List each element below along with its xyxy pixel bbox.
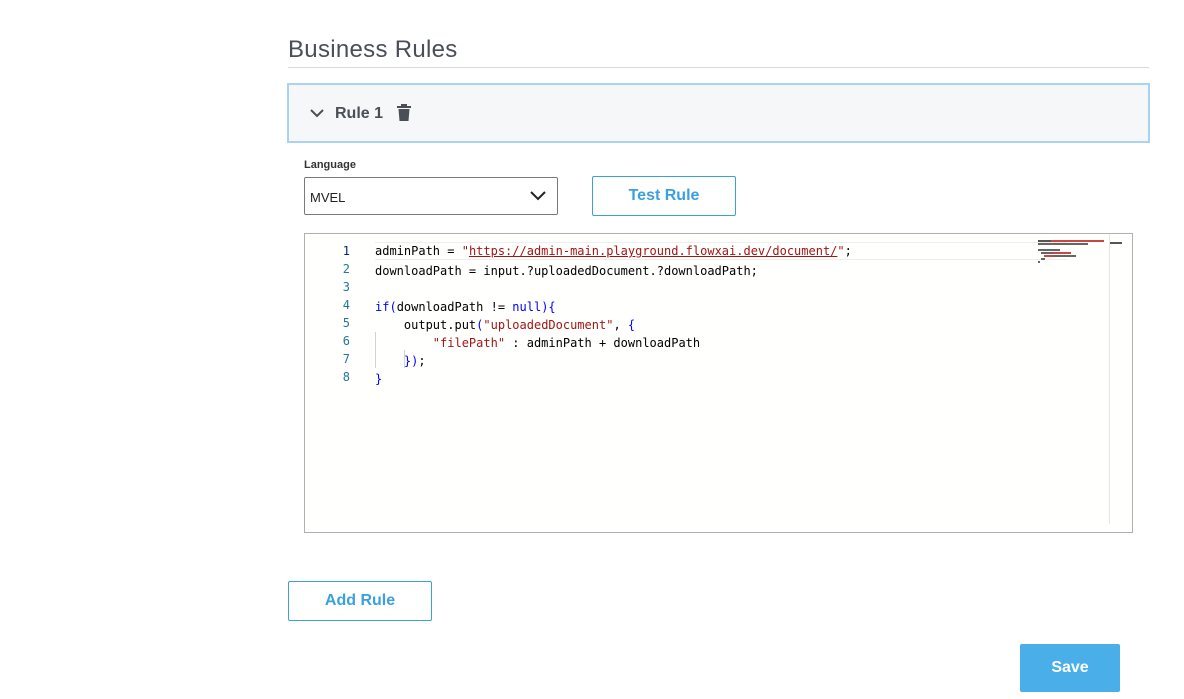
save-button[interactable]: Save bbox=[1020, 644, 1120, 692]
test-rule-button[interactable]: Test Rule bbox=[592, 176, 736, 216]
line-number: 2 bbox=[342, 262, 350, 276]
code-line[interactable]: if(downloadPath != null){ bbox=[375, 298, 1012, 316]
code-line[interactable]: output.put("uploadedDocument", { bbox=[375, 316, 1012, 334]
line-number: 8 bbox=[342, 370, 350, 384]
language-select[interactable]: MVEL bbox=[304, 177, 558, 215]
editor-scrollbar[interactable] bbox=[1109, 234, 1110, 524]
code-line[interactable]: downloadPath = input.?uploadedDocument.?… bbox=[375, 262, 1012, 280]
code-line[interactable] bbox=[375, 280, 1012, 298]
line-number: 4 bbox=[342, 298, 350, 312]
minimap[interactable] bbox=[1038, 240, 1108, 270]
line-number-gutter: 1 2 3 4 5 6 7 8 bbox=[305, 242, 350, 386]
line-number: 1 bbox=[342, 244, 350, 258]
add-rule-button[interactable]: Add Rule bbox=[288, 581, 432, 621]
language-label: Language bbox=[304, 159, 356, 171]
code-line[interactable]: }); bbox=[375, 352, 1012, 370]
rule-header[interactable]: Rule 1 bbox=[287, 83, 1150, 143]
section-divider bbox=[288, 67, 1149, 68]
rule-title: Rule 1 bbox=[335, 105, 384, 122]
chevron-down-icon bbox=[530, 191, 546, 201]
language-selected-value: MVEL bbox=[310, 190, 346, 205]
code-line[interactable]: } bbox=[375, 370, 1012, 388]
overview-ruler-marker bbox=[1110, 242, 1122, 244]
code-content[interactable]: adminPath = "https://admin-main.playgrou… bbox=[375, 242, 1067, 388]
section-title: Business Rules bbox=[288, 36, 458, 63]
line-number: 7 bbox=[342, 352, 350, 366]
code-editor[interactable]: 1 2 3 4 5 6 7 8 adminPath = "https://adm… bbox=[304, 233, 1133, 533]
code-line[interactable]: "filePath" : adminPath + downloadPath bbox=[375, 334, 1012, 352]
line-number: 5 bbox=[342, 316, 350, 330]
line-number: 3 bbox=[342, 280, 350, 294]
chevron-down-icon[interactable] bbox=[309, 105, 325, 121]
line-number: 6 bbox=[342, 334, 350, 348]
code-line[interactable]: adminPath = "https://admin-main.playgrou… bbox=[375, 242, 1067, 260]
trash-icon[interactable] bbox=[396, 104, 412, 122]
